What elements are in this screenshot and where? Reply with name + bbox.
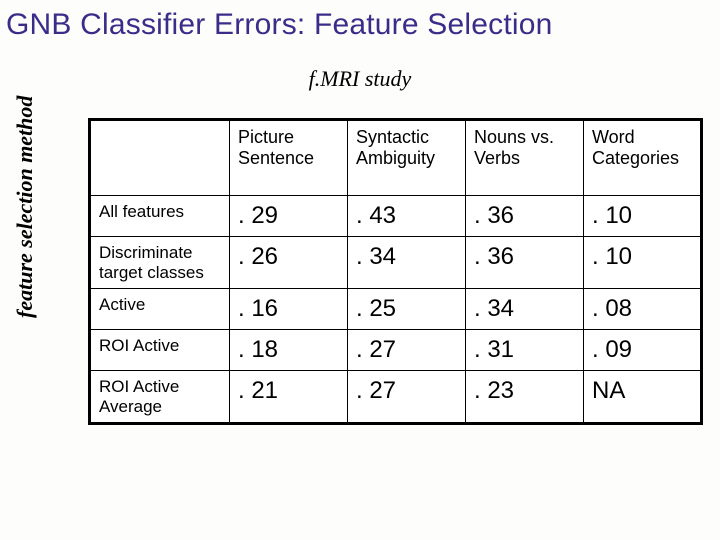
cell: . 34 bbox=[348, 237, 466, 289]
col-header: Word Categories bbox=[584, 120, 702, 196]
row-header: ROI Active Average bbox=[90, 371, 230, 424]
cell: . 36 bbox=[466, 237, 584, 289]
cell: . 27 bbox=[348, 330, 466, 371]
cell: . 08 bbox=[584, 289, 702, 330]
table-row: Discriminate target classes . 26 . 34 . … bbox=[90, 237, 702, 289]
cell: . 27 bbox=[348, 371, 466, 424]
cell: . 10 bbox=[584, 237, 702, 289]
cell: . 21 bbox=[230, 371, 348, 424]
table-row: ROI Active Average . 21 . 27 . 23 NA bbox=[90, 371, 702, 424]
row-axis-label: feature selection method bbox=[12, 96, 38, 318]
cell: . 36 bbox=[466, 196, 584, 237]
cell: . 43 bbox=[348, 196, 466, 237]
col-header: Nouns vs. Verbs bbox=[466, 120, 584, 196]
cell: . 23 bbox=[466, 371, 584, 424]
table-row: Active . 16 . 25 . 34 . 08 bbox=[90, 289, 702, 330]
slide: GNB Classifier Errors: Feature Selection… bbox=[0, 0, 720, 540]
cell: . 29 bbox=[230, 196, 348, 237]
cell: . 10 bbox=[584, 196, 702, 237]
col-header: Syntactic Ambiguity bbox=[348, 120, 466, 196]
cell: . 09 bbox=[584, 330, 702, 371]
cell: . 25 bbox=[348, 289, 466, 330]
table-row: ROI Active . 18 . 27 . 31 . 09 bbox=[90, 330, 702, 371]
cell: NA bbox=[584, 371, 702, 424]
table-header-row: Picture Sentence Syntactic Ambiguity Nou… bbox=[90, 120, 702, 196]
page-title: GNB Classifier Errors: Feature Selection bbox=[0, 0, 720, 42]
row-header: Discriminate target classes bbox=[90, 237, 230, 289]
cell: . 34 bbox=[466, 289, 584, 330]
cell: . 31 bbox=[466, 330, 584, 371]
row-header: Active bbox=[90, 289, 230, 330]
row-header: All features bbox=[90, 196, 230, 237]
cell: . 18 bbox=[230, 330, 348, 371]
cell: . 26 bbox=[230, 237, 348, 289]
error-table: Picture Sentence Syntactic Ambiguity Nou… bbox=[88, 118, 703, 425]
table-row: All features . 29 . 43 . 36 . 10 bbox=[90, 196, 702, 237]
column-axis-label: f.MRI study bbox=[0, 66, 720, 92]
row-header: ROI Active bbox=[90, 330, 230, 371]
col-header: Picture Sentence bbox=[230, 120, 348, 196]
table-corner bbox=[90, 120, 230, 196]
cell: . 16 bbox=[230, 289, 348, 330]
